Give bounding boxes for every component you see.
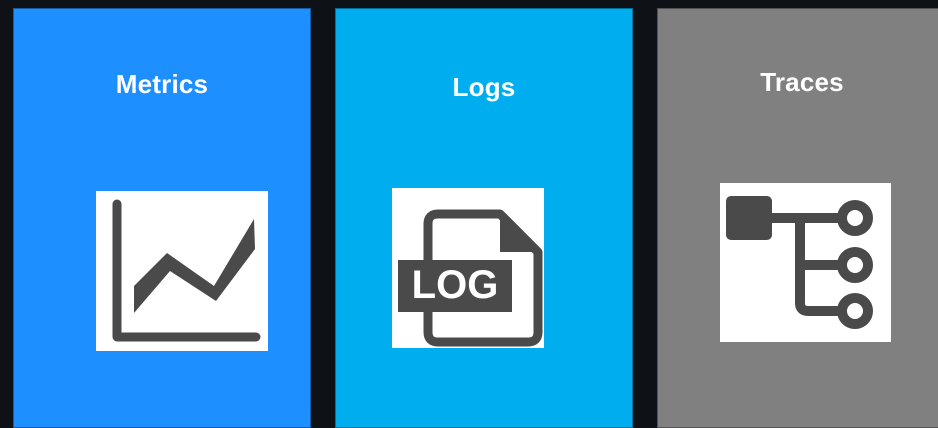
card-metrics: Metrics: [13, 8, 311, 428]
card-title-metrics: Metrics: [115, 69, 209, 99]
log-file-icon-graphic: LOG: [398, 209, 543, 347]
line-chart-icon: [96, 191, 268, 351]
card-traces: Traces: [657, 8, 938, 428]
card-logs: Logs LOG: [335, 8, 633, 428]
trace-tree-icon: [720, 183, 891, 342]
card-title-logs: Logs: [452, 72, 516, 102]
trace-tree-icon-graphic: [726, 196, 873, 329]
log-file-icon: LOG: [392, 188, 544, 348]
log-icon-text: LOG: [412, 263, 499, 307]
line-chart-icon-graphic: [112, 199, 261, 342]
card-title-traces: Traces: [760, 67, 844, 97]
